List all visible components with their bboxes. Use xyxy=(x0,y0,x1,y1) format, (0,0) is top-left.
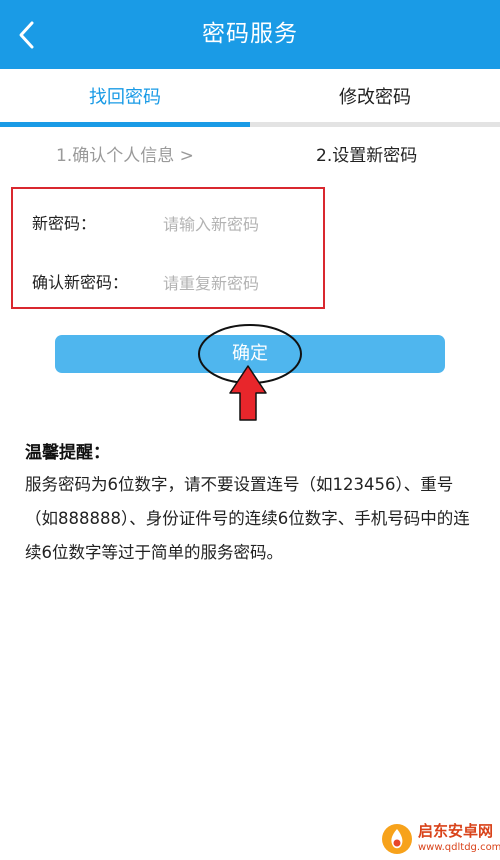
watermark-text: 启东安卓网 xyxy=(418,822,494,840)
confirm-button[interactable]: 确定 xyxy=(55,335,445,373)
confirm-password-row: 确认新密码： xyxy=(13,263,323,303)
page: 密码服务 找回密码 修改密码 1.确认个人信息 > 2.设置新密码 新密码： 确… xyxy=(0,0,500,860)
step-confirm-info: 1.确认个人信息 > xyxy=(56,146,194,166)
new-password-label: 新密码： xyxy=(32,214,97,233)
tab-retrieve-password[interactable]: 找回密码 xyxy=(0,69,250,127)
new-password-row: 新密码： xyxy=(13,204,323,244)
step-set-password: 2.设置新密码 xyxy=(316,146,418,166)
tab-active-indicator xyxy=(0,122,250,127)
confirm-password-label: 确认新密码： xyxy=(32,273,129,292)
app-header: 密码服务 xyxy=(0,0,500,69)
watermark-url: www.qdltdg.com xyxy=(418,842,500,853)
tips-body: 服务密码为6位数字，请不要设置连号（如123456）、重号（如888888）、身… xyxy=(25,475,470,562)
password-form-highlight: 新密码： 确认新密码： xyxy=(11,187,325,309)
confirm-password-input[interactable] xyxy=(163,267,313,299)
tips-title: 温馨提醒： xyxy=(25,443,110,463)
tab-change-password[interactable]: 修改密码 xyxy=(250,69,500,127)
tab-bar: 找回密码 修改密码 xyxy=(0,69,500,127)
new-password-input[interactable] xyxy=(163,208,313,240)
watermark: 启东安卓网 www.qdltdg.com xyxy=(380,820,500,860)
watermark-logo-icon xyxy=(382,824,412,854)
step-indicator: 1.确认个人信息 > 2.设置新密码 xyxy=(0,138,500,174)
annotation-overlay xyxy=(198,324,302,421)
up-arrow-icon xyxy=(229,365,267,421)
page-title: 密码服务 xyxy=(202,21,298,47)
tips-section: 温馨提醒： 服务密码为6位数字，请不要设置连号（如123456）、重号（如888… xyxy=(25,438,485,570)
